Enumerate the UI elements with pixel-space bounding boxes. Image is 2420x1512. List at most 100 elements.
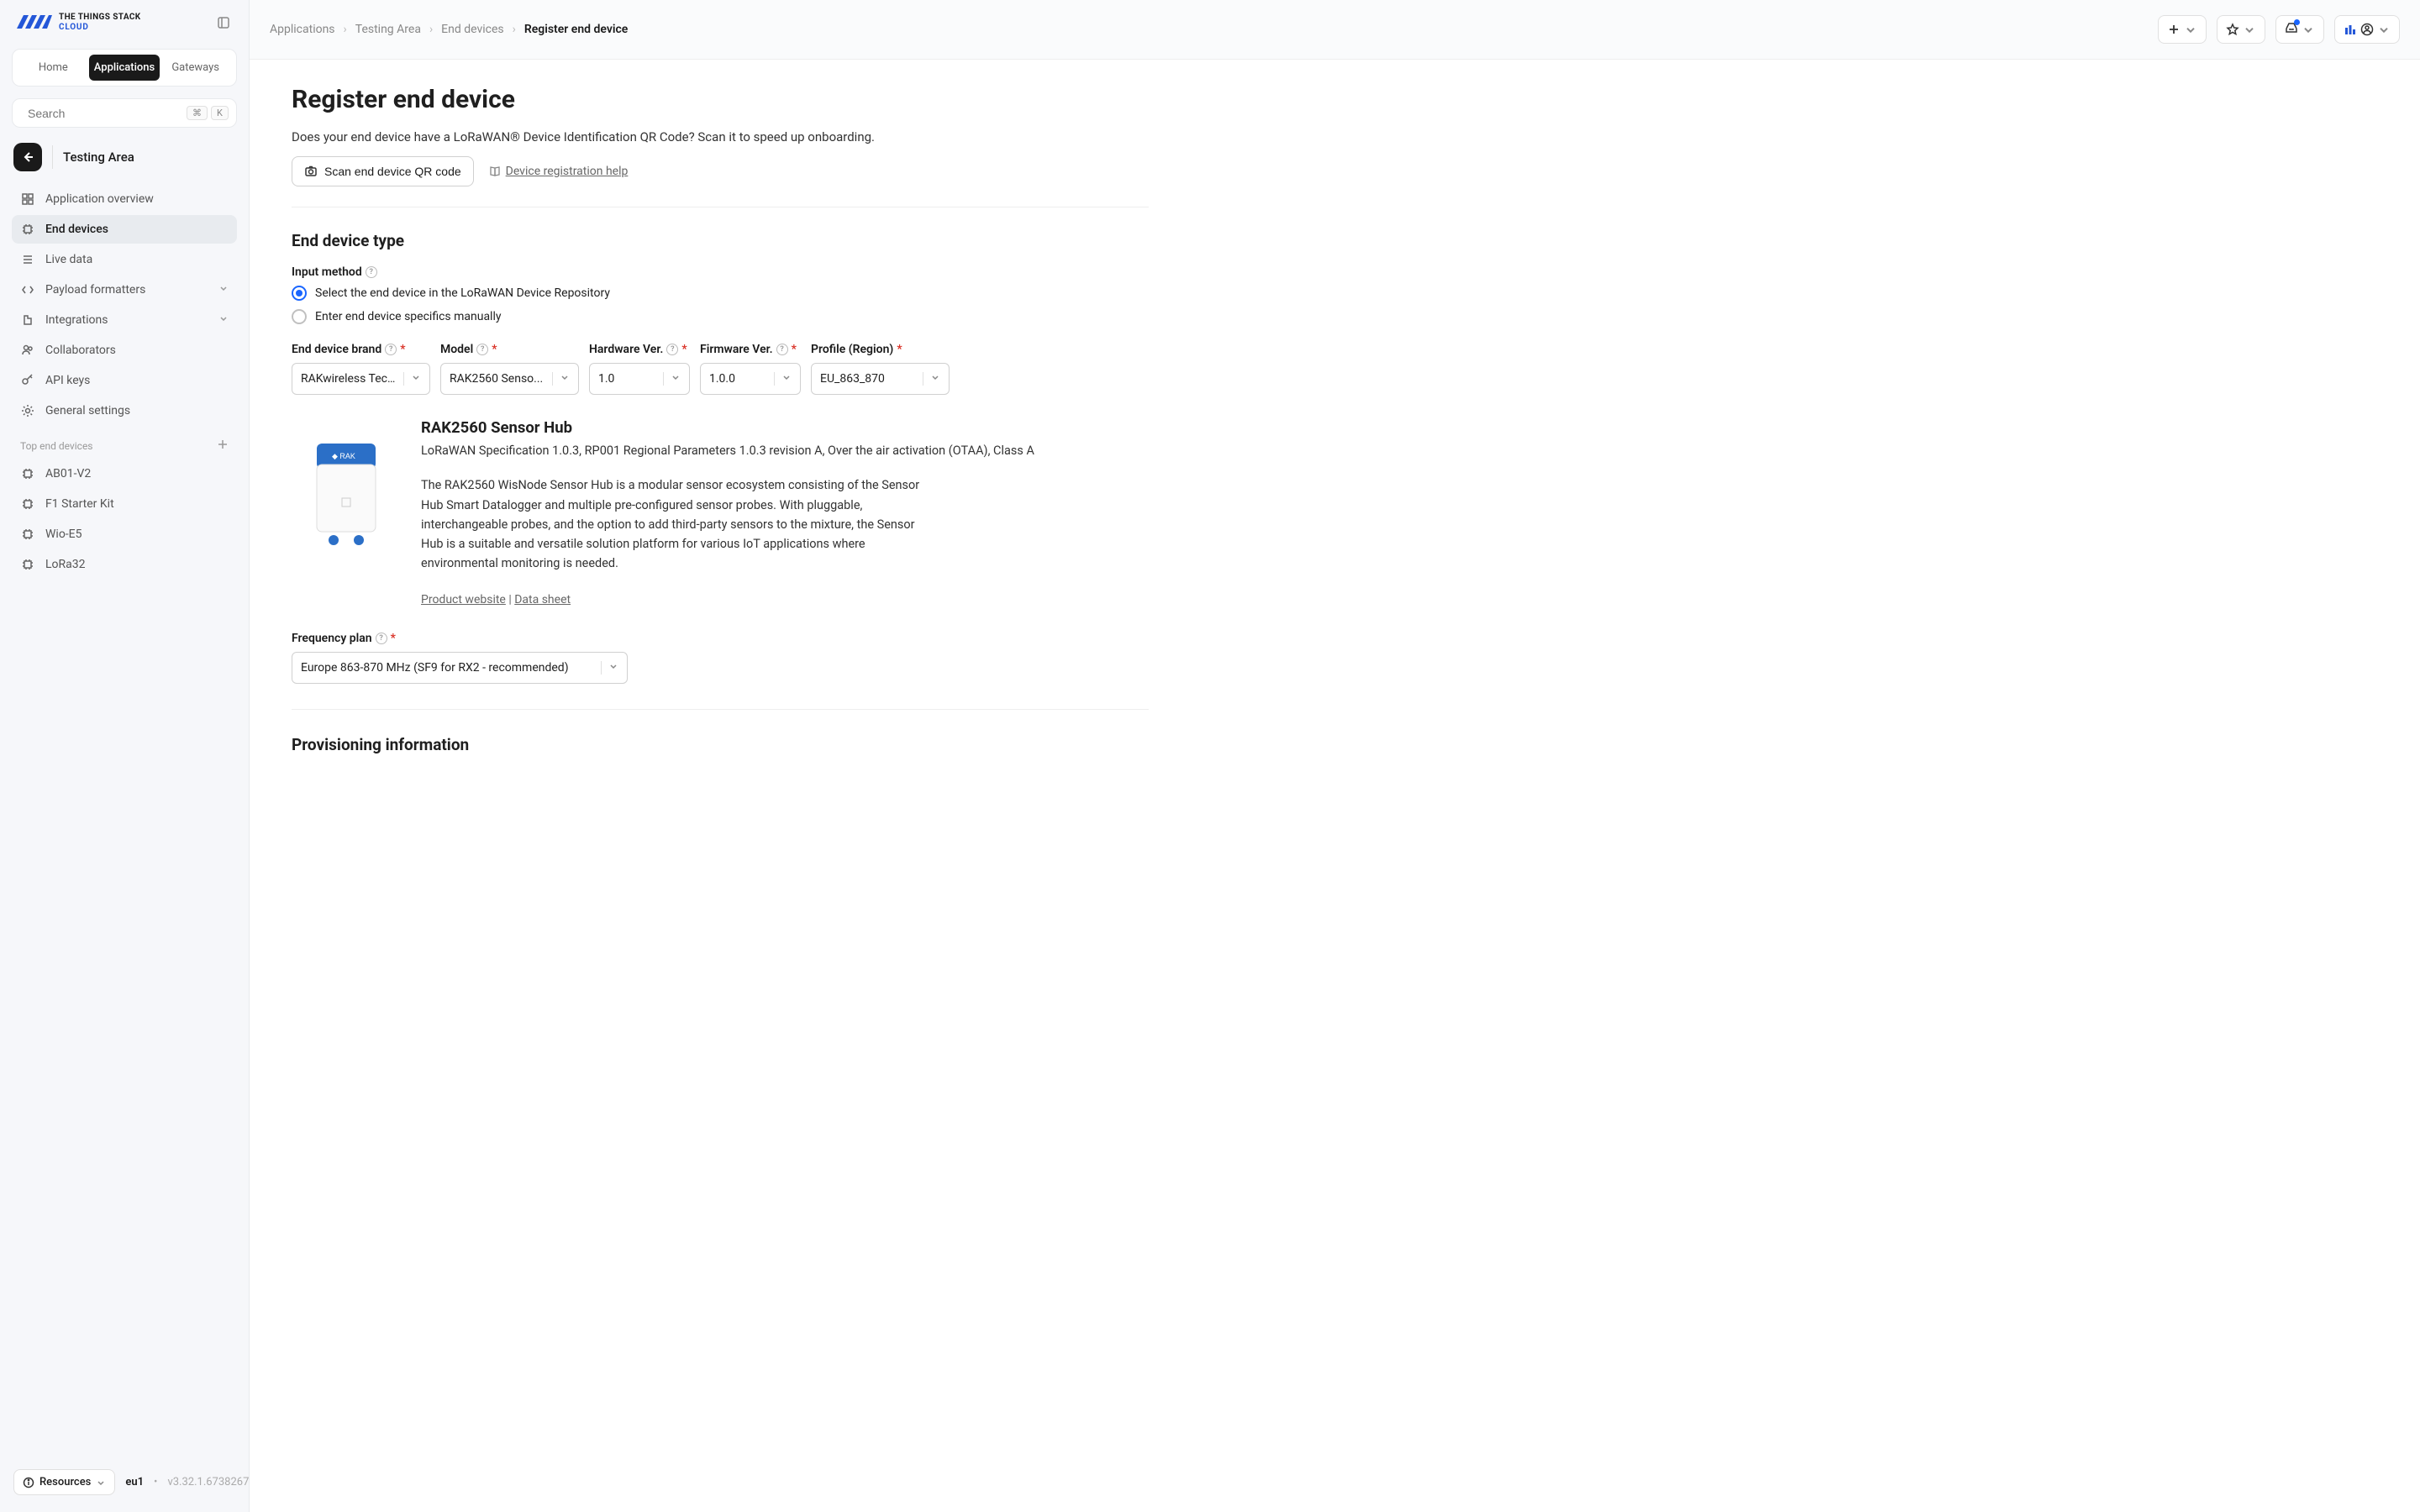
inbox-button[interactable] [2275, 15, 2324, 44]
help-icon[interactable]: ? [376, 633, 387, 644]
device-spec: LoRaWAN Specification 1.0.3, RP001 Regio… [421, 442, 1034, 460]
resources-button[interactable]: Resources [13, 1469, 115, 1495]
book-icon [489, 165, 501, 177]
intro-text: Does your end device have a LoRaWAN® Dev… [292, 129, 1149, 144]
chevron-down-icon [601, 661, 618, 675]
top-devices-header: Top end devices [12, 427, 237, 458]
context-name: Testing Area [63, 150, 134, 165]
top-device-1[interactable]: F1 Starter Kit [12, 490, 237, 518]
chip-icon [20, 466, 35, 481]
nav-api-keys-label: API keys [45, 374, 90, 387]
brand-logo[interactable]: THE THINGS STACK CLOUD [15, 12, 141, 34]
nav-integrations[interactable]: Integrations [12, 306, 237, 334]
help-icon[interactable]: ? [366, 266, 377, 278]
help-icon[interactable]: ? [385, 344, 397, 355]
chip-icon [20, 496, 35, 512]
crumb-2[interactable]: End devices [441, 23, 503, 36]
radio-manual[interactable]: Enter end device specifics manually [292, 309, 1149, 324]
brand-select[interactable]: RAKwireless Tec... [292, 363, 430, 395]
chip-icon [20, 222, 35, 237]
qr-row: Scan end device QR code Device registrat… [292, 156, 1149, 207]
tab-applications[interactable]: Applications [89, 55, 160, 81]
help-icon[interactable]: ? [776, 344, 788, 355]
nav-collaborators-label: Collaborators [45, 344, 116, 357]
tab-home[interactable]: Home [18, 55, 89, 81]
cluster-id: eu1 [125, 1476, 144, 1488]
model-select[interactable]: RAK2560 Senso... [440, 363, 579, 395]
add-button[interactable] [2158, 15, 2207, 44]
nav-payload[interactable]: Payload formatters [12, 276, 237, 304]
content: Register end device Does your end device… [250, 60, 1191, 837]
puzzle-icon [20, 312, 35, 328]
device-links: Product website | Data sheet [421, 593, 1034, 606]
nav-overview-label: Application overview [45, 192, 154, 206]
sidebar-nav: Application overview End devices Live da… [12, 185, 237, 579]
breadcrumb: Applications › Testing Area › End device… [270, 23, 628, 36]
chevron-down-icon [923, 372, 940, 386]
product-website-link[interactable]: Product website [421, 593, 506, 606]
device-selects-row: End device brand?* RAKwireless Tec... Mo… [292, 343, 1149, 395]
help-link[interactable]: Device registration help [489, 165, 629, 178]
profile-select[interactable]: EU_863_870 [811, 363, 950, 395]
fw-select[interactable]: 1.0.0 [700, 363, 801, 395]
top-device-label: LoRa32 [45, 558, 86, 571]
nav-end-devices[interactable]: End devices [12, 215, 237, 244]
section-end-device-type: End device type [292, 231, 1149, 250]
gear-icon [20, 403, 35, 418]
chevron-down-icon [2184, 23, 2197, 36]
freq-plan-select[interactable]: Europe 863-870 MHz (SF9 for RX2 - recomm… [292, 652, 628, 684]
top-device-label: Wio-E5 [45, 528, 82, 541]
top-device-2[interactable]: Wio-E5 [12, 520, 237, 549]
arrow-left-icon [21, 150, 34, 164]
device-title: RAK2560 Sensor Hub [421, 418, 1034, 437]
help-icon[interactable]: ? [476, 344, 488, 355]
crumb-1[interactable]: Testing Area [355, 23, 421, 36]
logo-row: THE THINGS STACK CLOUD [12, 12, 237, 34]
data-sheet-link[interactable]: Data sheet [514, 593, 571, 606]
users-icon [20, 343, 35, 358]
nav-integrations-label: Integrations [45, 313, 108, 327]
nav-live-data[interactable]: Live data [12, 245, 237, 274]
notification-dot [2294, 19, 2300, 25]
account-button[interactable] [2334, 15, 2400, 44]
device-card: ◆ RAK RAK2560 Sensor Hub LoRaWAN Specifi… [292, 418, 1149, 606]
chevron-down-icon [218, 283, 229, 297]
radio-repository[interactable]: Select the end device in the LoRaWAN Dev… [292, 286, 1149, 301]
device-body: RAK2560 Sensor Hub LoRaWAN Specification… [421, 418, 1034, 606]
top-device-label: F1 Starter Kit [45, 497, 114, 511]
nav-general-label: General settings [45, 404, 130, 417]
scan-qr-button[interactable]: Scan end device QR code [292, 156, 474, 186]
chip-icon [20, 557, 35, 572]
nav-collaborators[interactable]: Collaborators [12, 336, 237, 365]
chevron-down-icon [96, 1478, 106, 1488]
top-device-0[interactable]: AB01-V2 [12, 459, 237, 488]
nav-end-devices-label: End devices [45, 223, 108, 236]
search-box[interactable]: ⌘ K [12, 98, 237, 128]
nav-api-keys[interactable]: API keys [12, 366, 237, 395]
chevron-down-icon [2243, 23, 2256, 36]
nav-live-data-label: Live data [45, 253, 92, 266]
nav-overview[interactable]: Application overview [12, 185, 237, 213]
collapse-sidebar-button[interactable] [213, 13, 234, 33]
help-icon[interactable]: ? [666, 344, 678, 355]
radio-checked-icon [292, 286, 307, 301]
fw-label: Firmware Ver. [700, 343, 773, 356]
org-icon [2344, 23, 2357, 36]
crumb-0[interactable]: Applications [270, 23, 335, 36]
user-circle-icon [2360, 23, 2374, 36]
nav-general-settings[interactable]: General settings [12, 396, 237, 425]
camera-icon [304, 165, 318, 178]
tab-gateways[interactable]: Gateways [160, 55, 231, 81]
chevron-down-icon [218, 313, 229, 327]
back-button[interactable] [13, 143, 42, 171]
page-title: Register end device [292, 85, 1149, 114]
plus-icon[interactable] [217, 438, 229, 453]
star-button[interactable] [2217, 15, 2265, 44]
top-device-3[interactable]: LoRa32 [12, 550, 237, 579]
device-desc: The RAK2560 WisNode Sensor Hub is a modu… [421, 475, 925, 573]
hw-select[interactable]: 1.0 [589, 363, 690, 395]
chip-icon [20, 527, 35, 542]
device-image: ◆ RAK [292, 418, 401, 570]
hw-label: Hardware Ver. [589, 343, 663, 356]
search-input[interactable] [28, 107, 180, 120]
